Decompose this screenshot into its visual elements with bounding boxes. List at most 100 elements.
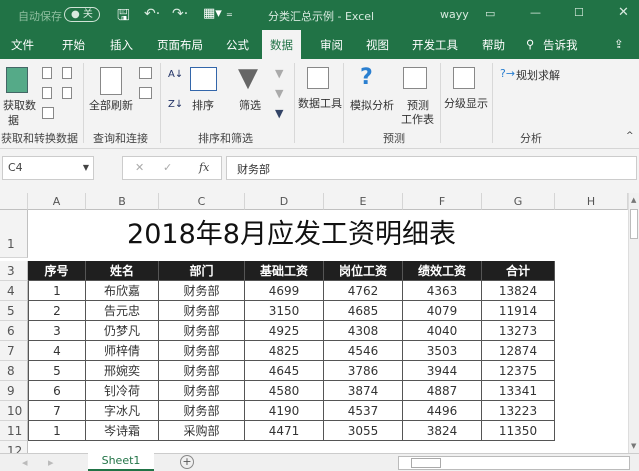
vertical-scrollbar[interactable]: ▲ ▼: [628, 193, 639, 453]
table-cell[interactable]: 13341: [482, 381, 555, 401]
table-cell[interactable]: 4887: [403, 381, 482, 401]
share-icon[interactable]: ⇪: [614, 37, 624, 51]
table-cell[interactable]: 11914: [482, 301, 555, 321]
row-header[interactable]: 4: [0, 281, 28, 301]
table-cell[interactable]: 3824: [403, 421, 482, 441]
name-box[interactable]: C4 ▼: [2, 156, 94, 180]
row-header[interactable]: 1: [0, 210, 28, 258]
tell-me-search[interactable]: 告诉我: [543, 37, 578, 53]
table-cell[interactable]: 财务部: [159, 401, 245, 421]
refresh-all-button[interactable]: 全部刷新: [89, 97, 133, 113]
sort-asc-icon[interactable]: A↓: [168, 69, 183, 80]
reapply-icon[interactable]: ▼: [275, 87, 283, 100]
tab-review[interactable]: 审阅: [320, 37, 343, 53]
properties-icon[interactable]: [139, 87, 152, 99]
table-cell[interactable]: 3874: [324, 381, 403, 401]
collapse-ribbon-icon[interactable]: ^: [626, 131, 634, 141]
select-all-button[interactable]: [0, 193, 28, 210]
add-sheet-button[interactable]: +: [180, 455, 194, 469]
table-cell[interactable]: 财务部: [159, 281, 245, 301]
table-cell[interactable]: 4925: [245, 321, 324, 341]
table-cell[interactable]: 3503: [403, 341, 482, 361]
table-cell[interactable]: 布欣嘉: [86, 281, 159, 301]
sort-desc-icon[interactable]: Z↓: [168, 99, 183, 110]
table-cell[interactable]: 师梓倩: [86, 341, 159, 361]
row-header[interactable]: 6: [0, 321, 28, 341]
table-cell[interactable]: 采购部: [159, 421, 245, 441]
table-cell[interactable]: 3786: [324, 361, 403, 381]
minimize-button[interactable]: —: [530, 6, 541, 19]
table-cell[interactable]: 2: [28, 301, 86, 321]
insert-function-icon[interactable]: fx: [199, 161, 209, 174]
tab-view[interactable]: 视图: [366, 37, 389, 53]
table-cell[interactable]: 4825: [245, 341, 324, 361]
filter-button[interactable]: 筛选: [239, 97, 261, 113]
enter-icon[interactable]: ✓: [163, 161, 172, 174]
clear-filter-icon[interactable]: ▼: [275, 67, 283, 80]
tab-developer[interactable]: 开发工具: [412, 37, 458, 53]
table-cell[interactable]: 4537: [324, 401, 403, 421]
row-header[interactable]: 5: [0, 301, 28, 321]
tab-page-layout[interactable]: 页面布局: [157, 37, 203, 53]
autosave-toggle[interactable]: ● 关: [64, 7, 100, 22]
redo-icon[interactable]: ↷·: [172, 6, 188, 22]
table-cell[interactable]: 4079: [403, 301, 482, 321]
tab-formulas[interactable]: 公式: [226, 37, 249, 53]
table-cell[interactable]: 仍梦凡: [86, 321, 159, 341]
get-data-button[interactable]: 获取数: [3, 97, 36, 113]
column-header-g[interactable]: G: [482, 193, 555, 210]
next-sheet-icon[interactable]: ▸: [48, 456, 54, 469]
what-if-button[interactable]: 模拟分析: [350, 97, 394, 113]
table-cell[interactable]: 4546: [324, 341, 403, 361]
table-cell[interactable]: 告元忠: [86, 301, 159, 321]
table-cell[interactable]: 3: [28, 321, 86, 341]
table-cell[interactable]: 岑诗霜: [86, 421, 159, 441]
table-cell[interactable]: 11350: [482, 421, 555, 441]
table-cell[interactable]: 12874: [482, 341, 555, 361]
column-header-a[interactable]: A: [28, 193, 86, 210]
column-header-d[interactable]: D: [245, 193, 324, 210]
table-cell[interactable]: 3944: [403, 361, 482, 381]
table-cell[interactable]: 4645: [245, 361, 324, 381]
prev-sheet-icon[interactable]: ◂: [22, 456, 28, 469]
table-cell[interactable]: 字冰凡: [86, 401, 159, 421]
table-cell[interactable]: 3055: [324, 421, 403, 441]
row-header[interactable]: 9: [0, 381, 28, 401]
sheet-tab-sheet1[interactable]: Sheet1: [88, 453, 154, 471]
table-cell[interactable]: 财务部: [159, 301, 245, 321]
existing-connections-icon[interactable]: [62, 87, 72, 99]
undo-icon[interactable]: ↶·: [144, 6, 160, 22]
close-button[interactable]: ✕: [618, 5, 629, 20]
tab-file[interactable]: 文件: [11, 37, 34, 53]
search-icon[interactable]: ⚲: [526, 37, 534, 51]
column-header-c[interactable]: C: [159, 193, 245, 210]
table-cell[interactable]: 钊冷荷: [86, 381, 159, 401]
column-header-b[interactable]: B: [86, 193, 159, 210]
recent-sources-icon[interactable]: [62, 67, 72, 79]
vertical-scroll-thumb[interactable]: [630, 209, 638, 239]
table-cell[interactable]: 13824: [482, 281, 555, 301]
table-cell[interactable]: 4496: [403, 401, 482, 421]
tab-data[interactable]: 数据: [262, 30, 301, 59]
worksheet-grid[interactable]: A B C D E F G H 1 3 4 5 6 7 8 9 10 11 12 2018年8月应发工资明细表 序号 姓名…: [0, 193, 628, 453]
column-header-f[interactable]: F: [403, 193, 482, 210]
save-icon[interactable]: 🖫: [117, 5, 130, 30]
table-cell[interactable]: 4580: [245, 381, 324, 401]
row-header[interactable]: 10: [0, 401, 28, 421]
column-header-h[interactable]: H: [555, 193, 628, 210]
table-cell[interactable]: 4363: [403, 281, 482, 301]
row-header[interactable]: 8: [0, 361, 28, 381]
tab-help[interactable]: 帮助: [482, 37, 505, 53]
table-cell[interactable]: 13223: [482, 401, 555, 421]
table-cell[interactable]: 13273: [482, 321, 555, 341]
row-header[interactable]: 3: [0, 261, 28, 281]
data-tools-button[interactable]: 数据工具: [298, 95, 342, 111]
row-header[interactable]: 12: [0, 441, 28, 453]
table-cell[interactable]: 4762: [324, 281, 403, 301]
tab-home[interactable]: 开始: [62, 37, 85, 53]
table-cell[interactable]: 财务部: [159, 361, 245, 381]
table-cell[interactable]: 财务部: [159, 341, 245, 361]
form-icon[interactable]: ▦▾ ₌: [203, 6, 233, 21]
solver-button[interactable]: 规划求解: [516, 67, 560, 83]
table-cell[interactable]: 12375: [482, 361, 555, 381]
